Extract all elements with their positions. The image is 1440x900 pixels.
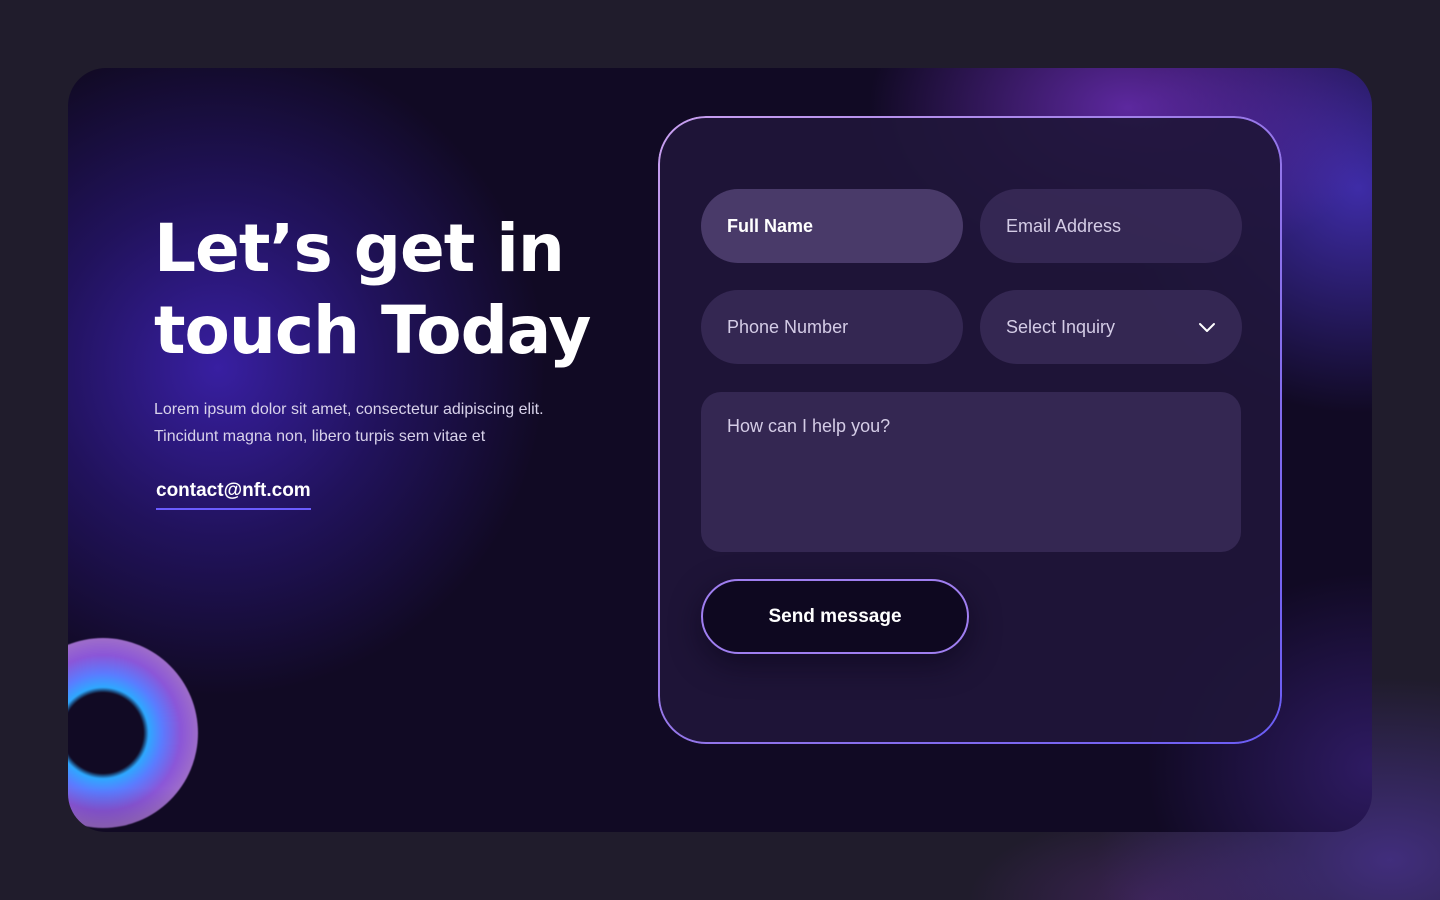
send-message-label: Send message (768, 605, 902, 627)
intro-line-1: Lorem ipsum dolor sit amet, consectetur … (154, 401, 544, 418)
phone-field[interactable]: Phone Number (701, 290, 963, 364)
inquiry-select[interactable]: Select Inquiry (980, 290, 1242, 364)
email-placeholder: Email Address (1006, 215, 1122, 236)
send-message-button[interactable]: Send message (701, 579, 969, 654)
intro-text: Lorem ipsum dolor sit amet, consectetur … (154, 396, 634, 450)
ring-shadow (68, 788, 268, 832)
full-name-field[interactable]: Full Name (701, 189, 963, 263)
headline-line-2: touch Today (154, 292, 591, 369)
headline-line-1: Let’s get in (154, 210, 565, 287)
message-textarea[interactable]: How can I help you? (701, 392, 1241, 552)
page-title: Let’s get in touch Today (154, 208, 674, 372)
intro-line-2: Tincidunt magna non, libero turpis sem v… (154, 428, 486, 445)
message-placeholder: How can I help you? (727, 416, 891, 436)
email-field[interactable]: Email Address (980, 189, 1242, 263)
contact-email-link[interactable]: contact@nft.com (156, 480, 311, 510)
chevron-down-icon (1198, 318, 1216, 336)
inquiry-selected-value: Select Inquiry (1006, 316, 1116, 337)
full-name-placeholder: Full Name (727, 215, 814, 236)
phone-placeholder: Phone Number (727, 316, 849, 337)
contact-card: Let’s get in touch Today Lorem ipsum dol… (68, 68, 1372, 832)
